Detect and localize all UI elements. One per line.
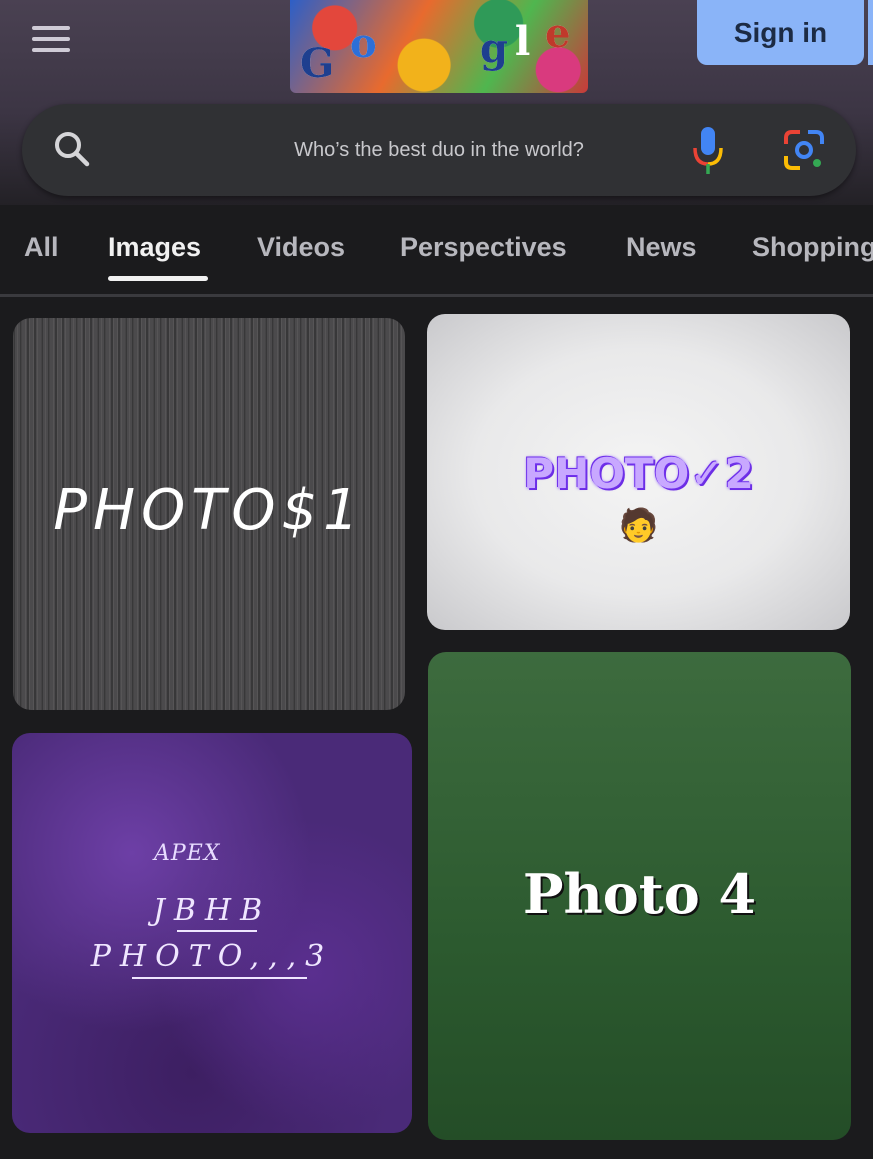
doodle-letter: l (515, 18, 531, 65)
doodle-letter: e (545, 10, 571, 57)
sign-in-button[interactable]: Sign in (697, 0, 864, 65)
caption-underline (177, 930, 257, 932)
image-result[interactable]: PHOTO$1 (13, 318, 405, 710)
image-result[interactable]: Photo 4 (428, 652, 851, 1140)
tab-all[interactable]: All (24, 232, 59, 263)
google-doodle[interactable]: G o g l e (290, 0, 588, 93)
image-caption: PHOTO,,,3 (90, 939, 334, 974)
person-emoji-icon: 🧑 (618, 507, 659, 543)
tabs-divider (0, 294, 873, 297)
tab-images[interactable]: Images (108, 232, 201, 263)
edge-strip (868, 0, 873, 65)
image-caption: PHOTO$1 (53, 478, 365, 543)
tab-perspectives[interactable]: Perspectives (400, 232, 567, 263)
tab-videos[interactable]: Videos (257, 232, 345, 263)
image-caption: JBHB (152, 893, 272, 928)
google-lens-icon[interactable] (782, 128, 826, 172)
apex-logo: APEX (154, 841, 221, 866)
image-caption: Photo 4 (522, 862, 757, 926)
image-result[interactable]: PHOTO✓2 🧑 (427, 314, 850, 630)
hamburger-menu-icon[interactable] (30, 22, 74, 56)
search-bar[interactable]: Who’s the best duo in the world? (22, 104, 856, 196)
search-tabs: All Images Videos Perspectives News Shop… (0, 222, 873, 290)
tab-shopping[interactable]: Shopping (752, 232, 873, 263)
caption-underline (132, 977, 307, 979)
doodle-letter: o (350, 20, 377, 67)
doodle-letter: g (480, 25, 508, 72)
image-result[interactable]: APEX JBHB PHOTO,,,3 (12, 733, 412, 1133)
microphone-icon[interactable] (690, 124, 726, 176)
doodle-letter: G (300, 40, 335, 87)
active-tab-indicator (108, 276, 208, 281)
image-caption: PHOTO✓2 (523, 449, 754, 498)
search-input[interactable]: Who’s the best duo in the world? (22, 104, 856, 196)
tab-news[interactable]: News (626, 232, 697, 263)
